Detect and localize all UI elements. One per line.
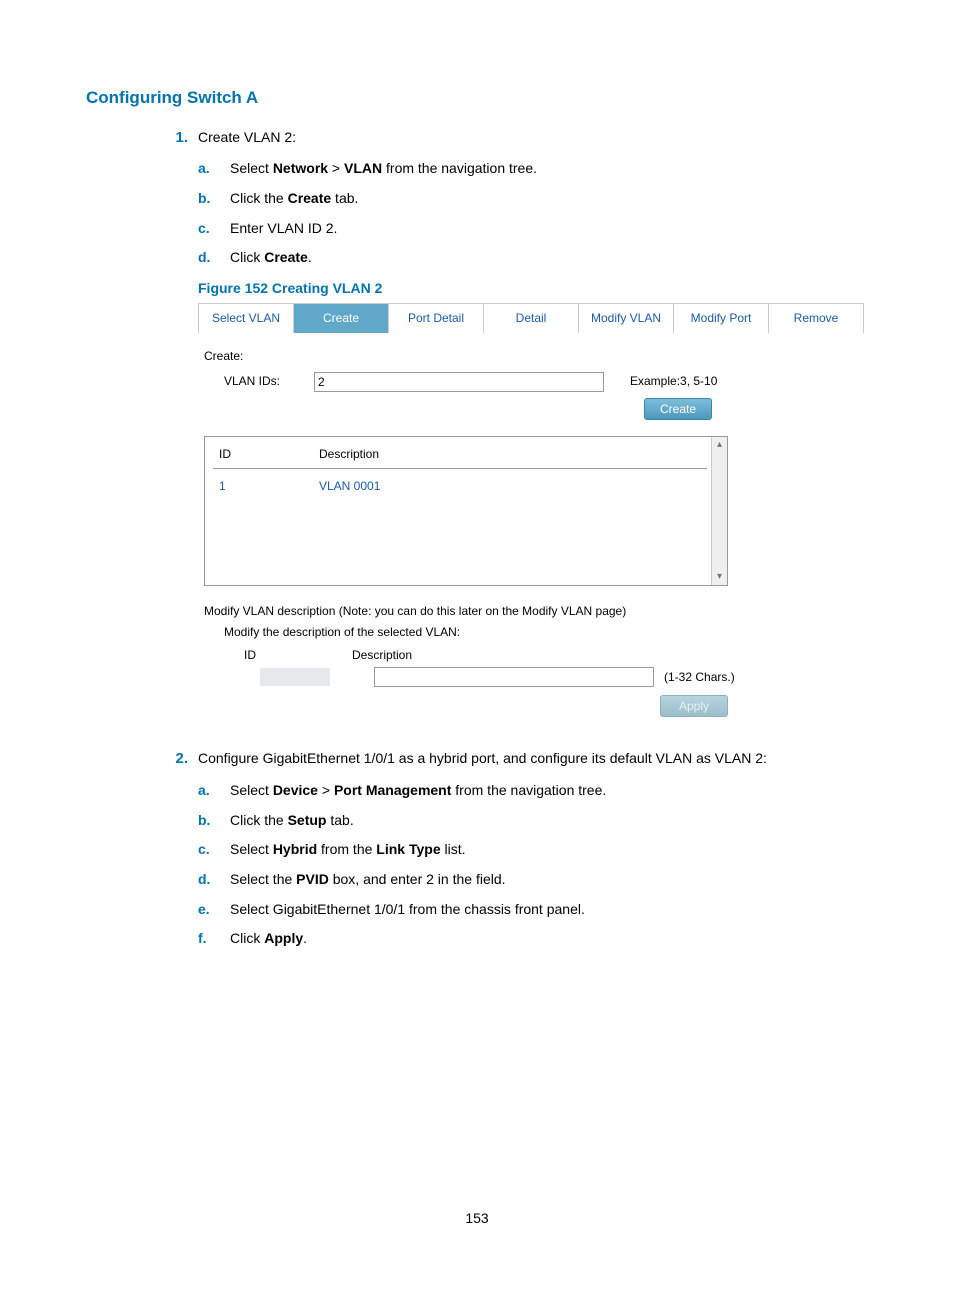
step-2d-marker: d. <box>198 869 220 891</box>
step-1c-marker: c. <box>198 218 220 240</box>
tab-create[interactable]: Create <box>294 304 389 333</box>
step-2-text: Configure GigabitEthernet 1/0/1 as a hyb… <box>198 750 767 766</box>
table-row[interactable]: 1 VLAN 0001 <box>213 469 707 501</box>
vlan-ids-input[interactable] <box>314 372 604 392</box>
scroll-down-icon[interactable]: ▾ <box>717 569 722 585</box>
figure-caption: Figure 152 Creating VLAN 2 <box>198 277 868 299</box>
scrollbar[interactable]: ▴ ▾ <box>711 437 727 585</box>
tab-remove[interactable]: Remove <box>769 304 863 333</box>
step-1b: b. Click the Create tab. <box>198 188 868 210</box>
description-input[interactable] <box>374 667 654 687</box>
step-2b: b. Click the Setup tab. <box>198 810 868 832</box>
step-2e-marker: e. <box>198 899 220 921</box>
step-2c: c. Select Hybrid from the Link Type list… <box>198 839 868 861</box>
step-2a: a. Select Device > Port Management from … <box>198 780 868 802</box>
mod-col-desc: Description <box>352 646 858 665</box>
scroll-up-icon[interactable]: ▴ <box>717 437 722 453</box>
tab-select-vlan[interactable]: Select VLAN <box>199 304 294 333</box>
apply-button[interactable]: Apply <box>660 695 728 717</box>
step-1-marker: 1. <box>158 126 188 150</box>
step-2c-marker: c. <box>198 839 220 861</box>
step-2: 2. Configure GigabitEthernet 1/0/1 as a … <box>158 747 868 950</box>
step-2f-marker: f. <box>198 928 220 950</box>
step-2e: e. Select GigabitEthernet 1/0/1 from the… <box>198 899 868 921</box>
tab-modify-port[interactable]: Modify Port <box>674 304 769 333</box>
step-1d-marker: d. <box>198 247 220 269</box>
step-1a: a. Select Network > VLAN from the naviga… <box>198 158 868 180</box>
mod-col-id: ID <box>204 646 352 665</box>
modify-subtitle: Modify the description of the selected V… <box>204 623 858 642</box>
step-1: 1. Create VLAN 2: a. Select Network > VL… <box>158 126 868 723</box>
step-2a-marker: a. <box>198 780 220 802</box>
col-id: ID <box>213 441 313 469</box>
step-1b-marker: b. <box>198 188 220 210</box>
tab-port-detail[interactable]: Port Detail <box>389 304 484 333</box>
chars-hint: (1-32 Chars.) <box>654 668 735 687</box>
step-1d: d. Click Create. <box>198 247 868 269</box>
step-1a-marker: a. <box>198 158 220 180</box>
section-title: Configuring Switch A <box>86 88 868 108</box>
tab-modify-vlan[interactable]: Modify VLAN <box>579 304 674 333</box>
figure-152: Select VLAN Create Port Detail Detail Mo… <box>198 303 864 724</box>
step-1c: c. Enter VLAN ID 2. <box>198 218 868 240</box>
create-section-label: Create: <box>204 347 858 366</box>
tab-detail[interactable]: Detail <box>484 304 579 333</box>
modify-note: Modify VLAN description (Note: you can d… <box>204 602 858 621</box>
step-1-text: Create VLAN 2: <box>198 129 296 145</box>
step-2f: f. Click Apply. <box>198 928 868 950</box>
vlan-ids-hint: Example:3, 5-10 <box>604 372 717 391</box>
step-2-marker: 2. <box>158 747 188 771</box>
col-description: Description <box>313 441 707 469</box>
cell-id: 1 <box>213 469 313 501</box>
vlan-ids-label: VLAN IDs: <box>204 372 314 391</box>
cell-desc: VLAN 0001 <box>313 469 707 501</box>
selected-id-box <box>260 668 330 686</box>
step-2d: d. Select the PVID box, and enter 2 in t… <box>198 869 868 891</box>
step-2b-marker: b. <box>198 810 220 832</box>
create-button[interactable]: Create <box>644 398 712 420</box>
page-number: 153 <box>86 1210 868 1226</box>
vlan-list-box: ID Description 1 VLAN 0001 <box>204 436 728 586</box>
tab-bar: Select VLAN Create Port Detail Detail Mo… <box>198 303 864 333</box>
